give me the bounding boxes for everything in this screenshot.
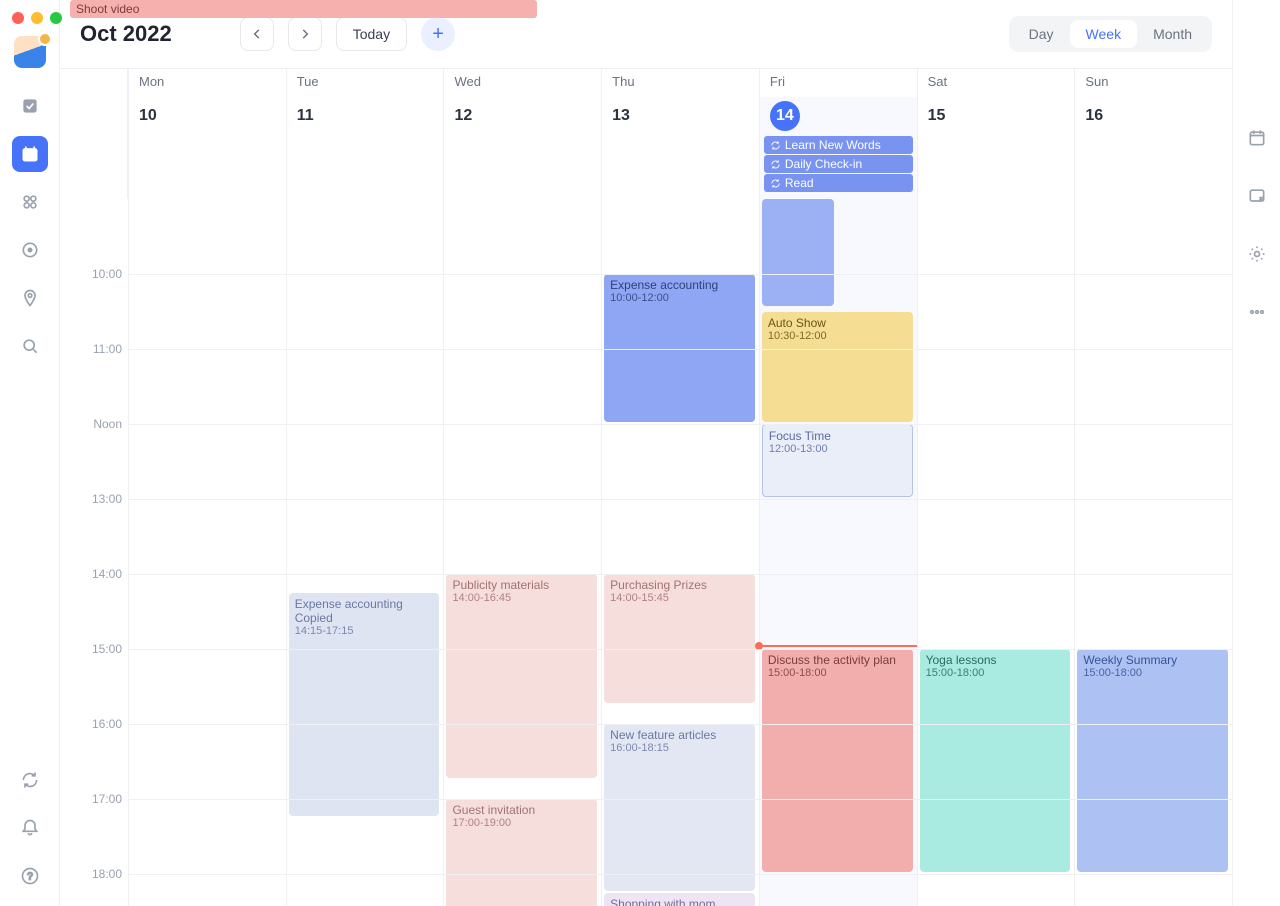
more-icon[interactable] bbox=[1239, 294, 1275, 330]
hour-label: 17:00 bbox=[92, 792, 122, 806]
window-traffic-lights[interactable] bbox=[12, 12, 62, 24]
habit-chip[interactable]: Daily Check-in bbox=[764, 155, 913, 173]
date-number[interactable]: 15 bbox=[928, 107, 946, 125]
date-number[interactable]: 11 bbox=[297, 107, 314, 125]
avatar-badge-icon bbox=[38, 32, 52, 46]
hour-label: 13:00 bbox=[92, 492, 122, 506]
page-title: Oct 2022 bbox=[80, 21, 172, 47]
search-icon[interactable] bbox=[12, 328, 48, 364]
view-month[interactable]: Month bbox=[1137, 20, 1208, 48]
date-number-today[interactable]: 14 bbox=[770, 101, 800, 131]
date-number[interactable]: 13 bbox=[612, 107, 630, 125]
calendar-icon[interactable] bbox=[12, 136, 48, 172]
weekday-label: Thu bbox=[601, 69, 759, 97]
event-block[interactable]: Guest invitation17:00-19:00 bbox=[446, 799, 597, 906]
event-block[interactable]: Expense accounting10:00-12:00 bbox=[604, 274, 755, 422]
calendar: Mon Tue Wed Thu Fri Sat Sun 10 11 12 13 … bbox=[60, 68, 1232, 906]
date-number[interactable]: 10 bbox=[139, 107, 157, 125]
event-block[interactable]: Publicity materials14:00-16:45 bbox=[446, 574, 597, 778]
weekday-label: Sat bbox=[917, 69, 1075, 97]
hour-label: 14:00 bbox=[92, 567, 122, 581]
event-block[interactable] bbox=[762, 199, 834, 306]
right-rail bbox=[1232, 0, 1280, 906]
close-icon[interactable] bbox=[12, 12, 24, 24]
minical-icon[interactable] bbox=[1239, 120, 1275, 156]
prev-button[interactable] bbox=[240, 17, 274, 51]
location-icon[interactable] bbox=[12, 280, 48, 316]
event-block[interactable]: Weekly Summary15:00-18:00 bbox=[1077, 649, 1228, 872]
hour-label: 18:00 bbox=[92, 867, 122, 881]
date-header: 10 11 12 13 14 15 16 bbox=[60, 97, 1232, 135]
svg-text:?: ? bbox=[27, 871, 33, 882]
hour-label: Noon bbox=[93, 417, 122, 431]
allday-event[interactable]: Shoot video bbox=[70, 0, 537, 18]
add-button[interactable]: + bbox=[421, 17, 455, 51]
minimize-icon[interactable] bbox=[31, 12, 43, 24]
habit-chip[interactable]: Read bbox=[764, 174, 913, 192]
apps-icon[interactable] bbox=[12, 184, 48, 220]
allday-row: Learn New WordsDaily Check-inRead Shoot … bbox=[60, 135, 1232, 199]
view-switch: Day Week Month bbox=[1009, 16, 1212, 52]
hour-label: 10:00 bbox=[92, 267, 122, 281]
event-block[interactable]: Yoga lessons15:00-18:00 bbox=[920, 649, 1071, 872]
hour-label: 11:00 bbox=[93, 342, 122, 356]
event-block[interactable]: Discuss the activity plan15:00-18:00 bbox=[762, 649, 913, 872]
focus-icon[interactable] bbox=[12, 232, 48, 268]
view-day[interactable]: Day bbox=[1013, 20, 1070, 48]
event-block[interactable]: Auto Show10:30-12:00 bbox=[762, 312, 913, 423]
help-icon[interactable]: ? bbox=[12, 858, 48, 894]
weekday-label: Tue bbox=[286, 69, 444, 97]
settings-icon[interactable] bbox=[1239, 236, 1275, 272]
event-block[interactable]: Shopping with mom18:15-20:30 bbox=[604, 893, 755, 906]
habit-chip[interactable]: Learn New Words bbox=[764, 136, 913, 154]
weekday-label: Fri bbox=[759, 69, 917, 97]
event-block[interactable]: Expense accounting Copied14:15-17:15 bbox=[289, 593, 440, 816]
event-block[interactable]: Purchasing Prizes14:00-15:45 bbox=[604, 574, 755, 703]
left-rail: ? bbox=[0, 0, 60, 906]
avatar[interactable] bbox=[14, 36, 46, 68]
tasks-icon[interactable] bbox=[12, 88, 48, 124]
weekday-label: Wed bbox=[443, 69, 601, 97]
weekday-header: Mon Tue Wed Thu Fri Sat Sun bbox=[60, 69, 1232, 97]
arrange-icon[interactable] bbox=[1239, 178, 1275, 214]
maximize-icon[interactable] bbox=[50, 12, 62, 24]
date-number[interactable]: 12 bbox=[454, 107, 472, 125]
weekday-label: Sun bbox=[1074, 69, 1232, 97]
hour-label: 16:00 bbox=[92, 717, 122, 731]
event-block[interactable]: New feature articles16:00-18:15 bbox=[604, 724, 755, 891]
now-indicator bbox=[760, 645, 917, 647]
hour-label: 15:00 bbox=[92, 642, 122, 656]
date-number[interactable]: 16 bbox=[1085, 107, 1103, 125]
next-button[interactable] bbox=[288, 17, 322, 51]
notification-icon[interactable] bbox=[12, 810, 48, 846]
today-button[interactable]: Today bbox=[336, 17, 407, 51]
sync-icon[interactable] bbox=[12, 762, 48, 798]
event-block[interactable]: Focus Time12:00-13:00 bbox=[762, 424, 913, 497]
weekday-label: Mon bbox=[128, 69, 286, 97]
view-week[interactable]: Week bbox=[1070, 20, 1138, 48]
